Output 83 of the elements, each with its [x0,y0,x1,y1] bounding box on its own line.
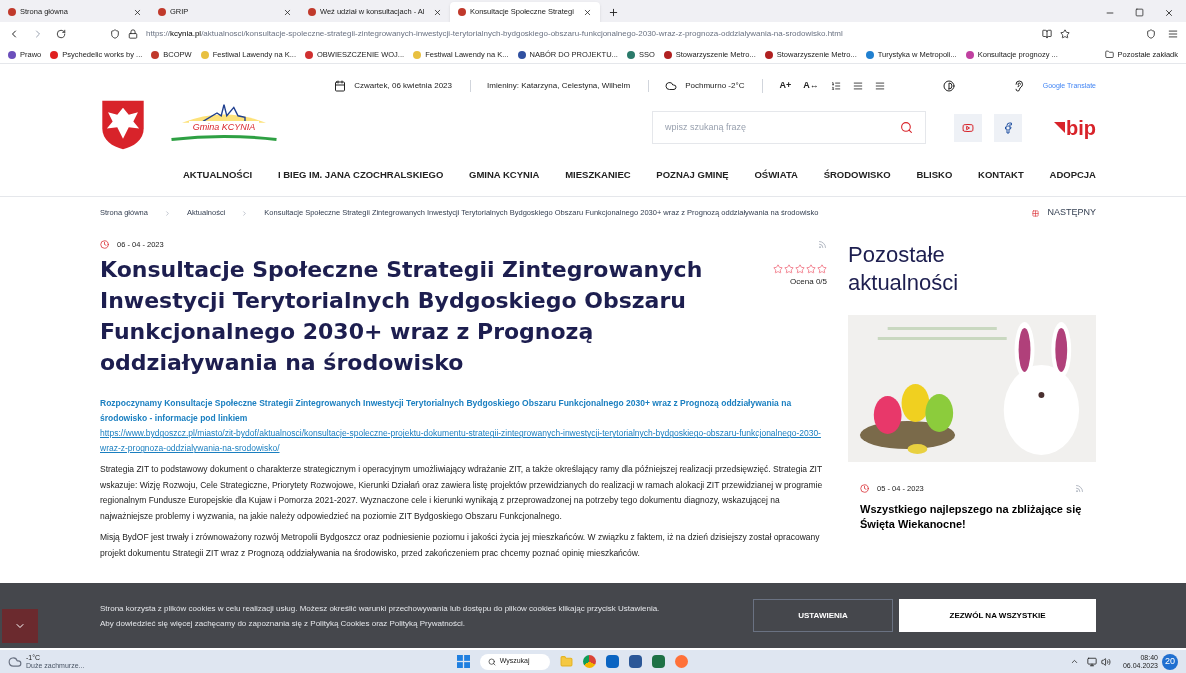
nav-link[interactable]: ADOPCJA [1049,167,1096,183]
outlook-icon[interactable] [605,655,619,668]
rating-star-icon[interactable] [773,264,784,275]
close-icon[interactable] [433,7,442,17]
nav-link[interactable]: BLISKO [916,167,953,183]
accept-all-button[interactable]: ZEZWÓL NA WSZYSTKIE [899,599,1096,632]
rating-star-icon[interactable] [795,264,806,275]
folder-icon [1104,50,1114,59]
favicon-icon [458,8,466,16]
cookie-text: Strona korzysta z plików cookies w celu realizacji usług. Możesz określić warunki przechowywania lub dostępu do plików cookies klikając przycisk Ustawienia. [100,602,661,615]
rating-star-icon[interactable] [817,264,828,275]
calendar-icon [334,80,347,92]
hearing-icon[interactable] [1012,80,1025,92]
bip-flag-icon [1054,122,1065,133]
rating-star-icon[interactable] [806,264,817,275]
next-link[interactable]: NASTĘPNY [1032,206,1096,220]
bip-logo[interactable]: bip [1066,117,1096,138]
nav-link[interactable]: AKTUALNOŚCI [183,167,253,183]
cloud-icon [665,80,678,92]
menu-icon[interactable] [1168,29,1178,39]
namedays-text: Imieniny: Katarzyna, Celestyna, Wilhelm [470,80,631,92]
close-icon[interactable] [133,7,142,17]
url-text: https://kcynia.pl/aktualnosci/konsultacje-spoleczne-strategii-zintegrowanych-inwestycji-terytorialnych-bydgoskiego-obszaru-funkcjonalnego-2030-wraz-z-prognoza-oddzialywania-na-srodowisko.html [146,28,843,40]
line-spacing-icon[interactable] [830,81,841,91]
nav-link[interactable]: ŚRODOWISKO [823,167,891,183]
font-size-button[interactable]: A+ [779,79,792,93]
clock-icon [860,484,870,494]
close-icon[interactable] [583,7,592,17]
chrome-icon[interactable] [582,655,596,668]
restore-icon[interactable] [1135,8,1144,17]
rating-star-icon[interactable] [784,264,795,275]
article-paragraph: Strategia ZIT to podstawowy dokument o charakterze strategicznym i operacyjnym umożliwiający wdrażanie ZIT, a także określający ramy dla późniejszej realizacji przedsięwzięć. Strategia ZIT wskazuje: Wizję Rozwoju, Cele Strategiczne, Priorytety Rozwojowe, Kierunki Działań oraz zawiera listę projektów przewidzianych do realizacji w ramach alokacji ZIT przewidzianej w programie regionalnym Fundusze Europejskie dla Kujaw i Pomorza 2021-2027. Wyznaczone cele i kierunki wynikają z przeprowadzonej na potrzeby tego dokumentu diagnozy, wskazującej na najważniejsze problemy i wyzwania, na jakie należy odpowiedzieć na poziomie ZIT Bydgoskiego Obszaru Funkcjonalnego. [100,463,824,523]
favicon-icon [8,8,16,16]
close-icon[interactable] [283,7,292,17]
article-paragraph: Misją BydOF jest trwały i zrównoważony rozwój Metropolii Bydgoszcz oraz podniesienie poziomu i jakości życia jej mieszkańców. W związku z faktem, iż na dzień dzisiejszy został opracowany projekt dokumentu Strategii ZIT wraz z Prognozą oddziaływania na środowisko, przed zakończeniem prac chcemy poznać opinię mieszkańców. [100,531,821,560]
sidebar-heading: Pozostałe aktualności [848,241,960,297]
nav-link[interactable]: POZNAJ GMINĘ [656,167,729,183]
rating-text: Ocena 0/5 [790,276,828,289]
new-tab-icon[interactable] [608,7,619,18]
weather-text: Pochmurno -2°C [685,80,745,92]
cookie-text: Aby dowiedzieć się więcej zachęcamy do zapoznania się z Polityką Cookies oraz Polityką Prywatności. [100,617,467,630]
search-icon[interactable] [900,121,913,134]
network-icon[interactable] [1086,656,1097,667]
chevron-icon [163,209,171,217]
paragraph-spacing-icon[interactable] [874,81,885,91]
contrast-icon[interactable] [942,80,955,92]
youtube-button[interactable] [954,113,982,142]
nav-link[interactable]: OŚWIATA [754,167,798,183]
volume-icon[interactable] [1100,656,1111,667]
weather-icon[interactable] [8,654,22,669]
article-title: Konsultacje Społeczne Strategii Zintegrowanych Inwestycji Terytorialnych Bydgoskiego Obszaru Funkcjonalnego 2030+ wraz z Prognozą oddziaływania na środowisko [100,256,704,378]
youtube-icon [962,121,974,134]
clock-icon [100,240,109,250]
word-icon[interactable] [628,655,642,668]
font-size-button[interactable]: A↔ [803,79,819,93]
reload-icon[interactable] [56,29,66,39]
excel-icon[interactable] [651,655,665,668]
nav-link[interactable]: KONTAKT [978,167,1024,183]
firefox-icon[interactable] [674,655,688,668]
favicon-icon [308,8,316,16]
reader-icon[interactable] [1042,29,1052,39]
lock-icon [128,29,138,39]
article-link[interactable]: https://www.bydgoszcz.pl/miasto/zit-bydof/aktualnosci/konsultacje-spoleczne-projektu-dokumentu-strategii-zintegrowanych-inwestycji-terytorialnych-bydgoskiego-obszaru-funkcjonalnego-2030-wraz-z-prognoza-oddzialywania-na-srodowisko/ [100,426,828,457]
close-icon[interactable] [1164,8,1174,18]
notification-badge[interactable]: 20 [1162,653,1178,670]
nav-link[interactable]: I BIEG IM. JANA CZOCHRALSKIEGO [277,167,444,183]
date-text: Czwartek, 06 kwietnia 2023 [354,80,452,92]
shield-icon [110,29,120,39]
letter-spacing-icon[interactable] [852,81,863,91]
settings-button[interactable]: USTAWIENIA [753,599,893,632]
chevron-up-icon[interactable] [1069,657,1079,666]
nav-link[interactable]: MIESZKANIEC [565,167,631,183]
address-bar[interactable]: https://kcynia.pl/aktualnosci/konsultacje-spoleczne-strategii-zintegrowanych-inwestycji-terytorialnych-bydgoskiego-obszaru-funkcjonalnego-2030-wraz-z-prognoza-oddzialywania-na-srodowisko.html [102,25,1078,43]
facebook-icon [1002,121,1014,134]
news-title-link[interactable]: Wszystkiego najlepszego na zbliżające się Święta Wiekanocne! [860,502,1084,533]
chevron-icon [241,209,249,217]
grid-icon [1032,209,1040,217]
nav-link[interactable]: GMINA KCYNIA [469,167,540,183]
facebook-button[interactable] [994,113,1022,142]
start-icon[interactable] [456,655,470,668]
bookmark-star-icon[interactable] [1060,29,1070,39]
favicon-icon [158,8,166,16]
search-icon [487,657,496,666]
